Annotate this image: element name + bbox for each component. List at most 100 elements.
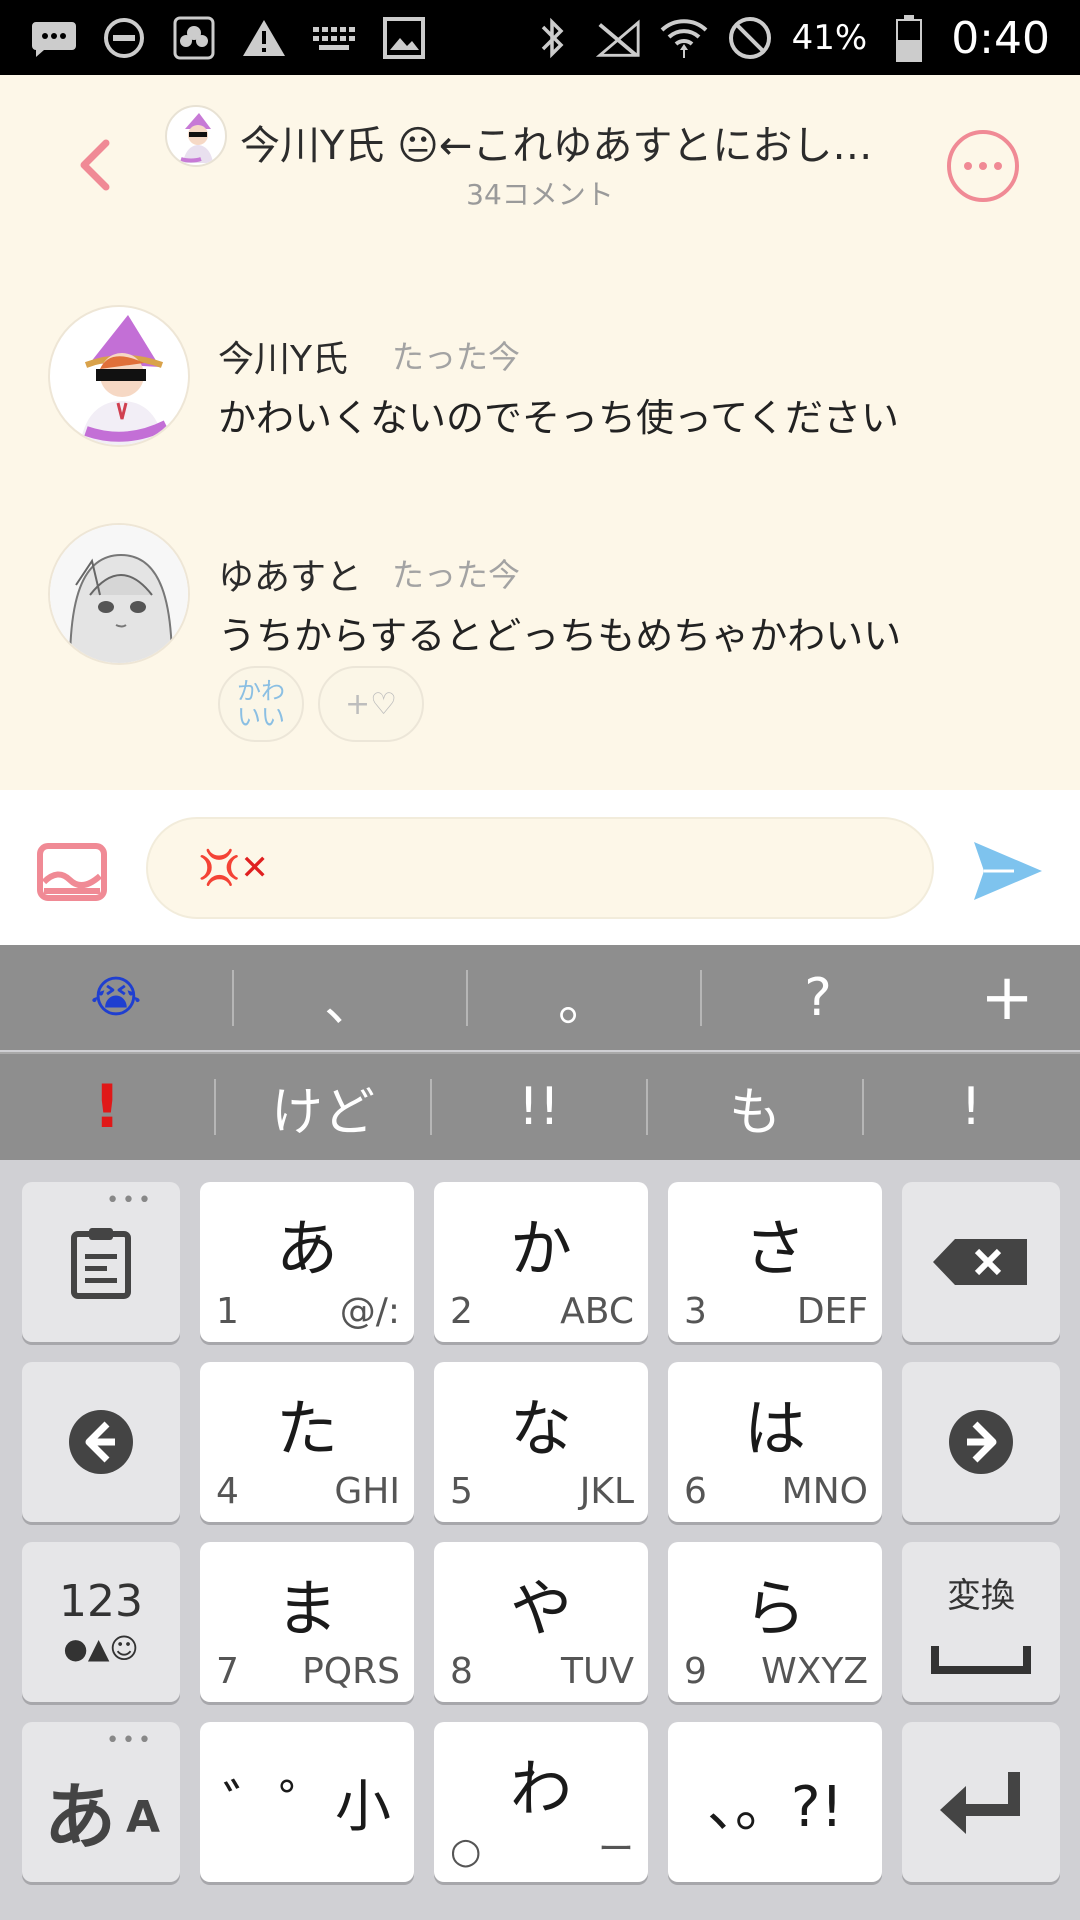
key-main: な [509,1392,572,1465]
suggestion-item[interactable]: ! [864,1054,1078,1160]
suggestion-item[interactable]: !! [432,1054,646,1160]
suggestion-item[interactable]: ? [702,945,934,1050]
number-mode-key[interactable]: 123 ●▲☺ [22,1542,180,1702]
key-alt: ABC [560,1291,634,1332]
message-author[interactable]: ゆあすと [218,548,362,600]
message-author[interactable]: 今川Y氏 [218,330,348,382]
clipboard-key[interactable]: ••• [22,1182,180,1342]
key-wa[interactable]: わ ○ ー [434,1722,648,1882]
key-a[interactable]: あ 1 @/: [200,1182,414,1342]
add-reaction-button[interactable]: +♡ [318,666,424,742]
reaction-label: いい [237,703,285,731]
convert-space-key[interactable]: 変換 [902,1542,1060,1702]
message-icon [30,14,78,62]
key-alt: GHI [334,1471,400,1512]
reaction-kawaii[interactable]: かわ いい [218,666,304,742]
dot [979,162,987,170]
key-alt: ー [597,1829,634,1870]
warning-icon [240,14,288,62]
suggestion-item[interactable]: も [648,1054,862,1160]
no-signal-icon [594,14,642,62]
avatar[interactable] [48,523,190,665]
suggestion-bar-top: 😭 、 。 ? + [0,945,1080,1050]
image-icon [37,843,107,901]
key-main: あ [275,1212,338,1285]
key-main: た [275,1392,338,1465]
dot [964,162,972,170]
cursor-right-key[interactable] [902,1362,1060,1522]
battery-percent: 41% [791,18,868,58]
key-num: 9 [684,1651,707,1692]
key-main: は [743,1392,806,1465]
key-num: 4 [216,1471,239,1512]
send-icon [974,842,1042,900]
more-options-button[interactable] [947,130,1019,202]
key-num: 6 [684,1471,707,1512]
key-dakuten[interactable]: ゛゜小 [200,1722,414,1882]
number-mode-label: 123 [59,1576,143,1627]
kana-mode-label: あ [44,1775,117,1859]
key-num: 2 [450,1291,473,1332]
enter-icon [940,1772,1020,1834]
key-main: か [509,1212,572,1285]
alpha-mode-label: A [126,1792,161,1843]
key-main: さ [743,1212,806,1285]
keyboard-icon [310,14,358,62]
key-ha[interactable]: は 6 MNO [668,1362,882,1522]
image-icon [380,14,428,62]
key-ta[interactable]: た 4 GHI [200,1362,414,1522]
input-mode-key[interactable]: ••• あ A [22,1722,180,1882]
attach-image-button[interactable] [36,842,108,902]
message-timestamp: たった今 [392,556,521,594]
symbol-mode-label: ●▲☺ [63,1632,139,1665]
key-num: 3 [684,1291,707,1332]
thread-title: 今川Y氏 😐←これゆあすとにおしが… [240,123,910,169]
status-bar: 41% 0:40 [0,0,1080,75]
suggestion-item[interactable]: 、 [234,945,466,1050]
key-num: 1 [216,1291,239,1332]
key-punctuation[interactable]: 、。?! [668,1722,882,1882]
more-dots: ••• [106,1728,154,1753]
key-num: 7 [216,1651,239,1692]
blocked-icon [726,14,774,62]
key-ya[interactable]: や 8 TUV [434,1542,648,1702]
do-not-disturb-icon [100,14,148,62]
bluetooth-icon [528,14,576,62]
key-na[interactable]: な 5 JKL [434,1362,648,1522]
key-ra[interactable]: ら 9 WXYZ [668,1542,882,1702]
key-ka[interactable]: か 2 ABC [434,1182,648,1342]
key-main: や [509,1572,572,1645]
add-reaction-label: +♡ [344,686,398,722]
app-icon [170,14,218,62]
suggestion-item[interactable]: けど [216,1054,430,1160]
avatar[interactable] [48,305,190,447]
suggestion-item[interactable]: ! [0,1054,214,1160]
key-ma[interactable]: ま 7 PQRS [200,1542,414,1702]
header-avatar[interactable] [165,105,227,167]
clock: 0:40 [951,12,1050,64]
backspace-key[interactable] [902,1182,1060,1342]
key-alt: PQRS [302,1651,400,1692]
key-sa[interactable]: さ 3 DEF [668,1182,882,1342]
enter-key[interactable] [902,1722,1060,1882]
flick-keyboard: ••• あ 1 @/: か 2 ABC さ 3 DEF た 4 GHI な 5 … [0,1160,1080,1920]
key-alt: @/: [339,1291,400,1332]
comment-count: 34コメント [466,178,614,211]
comment-input[interactable]: 💢✕ [146,817,934,919]
key-main: ゛゜小 [223,1775,391,1840]
convert-label: 変換 [947,1576,1015,1616]
arrow-right-icon [949,1410,1013,1474]
key-num: 8 [450,1651,473,1692]
key-alt: WXYZ [761,1651,868,1692]
expand-suggestions-button[interactable]: + [934,945,1080,1050]
message-text: うちからするとどっちもめちゃかわいい [218,614,902,658]
cursor-left-key[interactable] [22,1362,180,1522]
dot [994,162,1002,170]
key-alt: MNO [781,1471,868,1512]
send-button[interactable] [970,838,1046,904]
suggestion-item[interactable]: 。 [468,945,700,1050]
suggestion-item[interactable]: 😭 [0,945,232,1050]
suggestion-bar-bottom: ! けど !! も ! [0,1052,1080,1160]
key-num: ○ [450,1831,482,1872]
arrow-left-icon [69,1410,133,1474]
